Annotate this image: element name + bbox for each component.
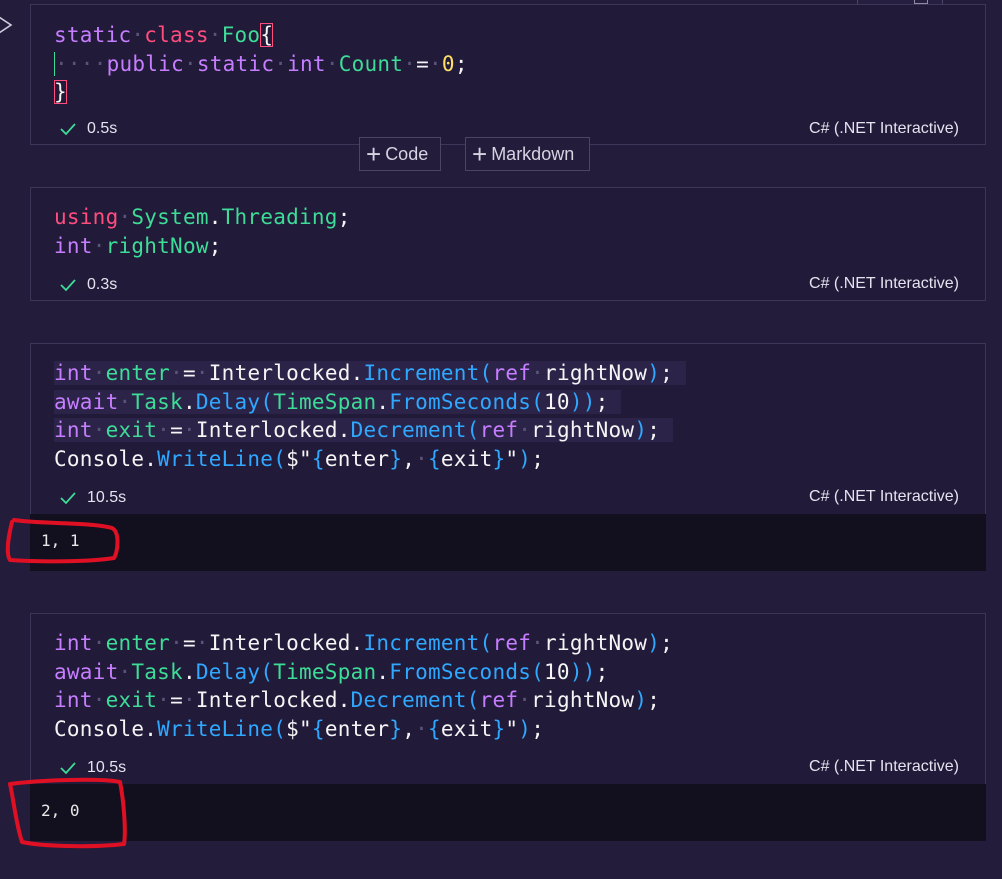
code-cell-1[interactable]: static·class·Foo{····public·static·int·C… bbox=[30, 4, 986, 145]
cell-output-4: 2, 0 bbox=[30, 784, 986, 841]
execution-time: 0.5s bbox=[87, 120, 118, 137]
add-code-label: Code bbox=[385, 143, 429, 164]
cell-status: 10.5s bbox=[55, 758, 126, 778]
code-cell-3[interactable]: int·enter·=·Interlocked.Increment(ref·ri… bbox=[30, 343, 986, 514]
output-text: 1, 1 bbox=[41, 531, 80, 550]
check-icon bbox=[60, 492, 76, 505]
language-picker[interactable]: C# (.NET Interactive) bbox=[809, 119, 959, 139]
add-markdown-label: Markdown bbox=[491, 143, 575, 164]
output-text: 2, 0 bbox=[41, 801, 80, 820]
code-cell-4[interactable]: int·enter·=·Interlocked.Increment(ref·ri… bbox=[30, 613, 986, 784]
check-icon bbox=[60, 762, 76, 775]
play-triangle-icon[interactable] bbox=[0, 15, 13, 35]
cell-status: 0.5s bbox=[55, 119, 117, 139]
execution-time: 10.5s bbox=[87, 759, 127, 776]
add-code-cell-button[interactable]: + Code bbox=[359, 137, 441, 171]
language-picker[interactable]: C# (.NET Interactive) bbox=[809, 487, 959, 507]
language-picker[interactable]: C# (.NET Interactive) bbox=[809, 757, 959, 777]
code-editor[interactable]: int·enter·=·Interlocked.Increment(ref·ri… bbox=[54, 359, 686, 474]
code-editor[interactable]: using·System.Threading; int·rightNow; bbox=[54, 203, 351, 260]
execution-time: 10.5s bbox=[87, 489, 127, 506]
add-markdown-cell-button[interactable]: + Markdown bbox=[465, 137, 590, 171]
cell-status: 10.5s bbox=[55, 488, 126, 508]
cell-output-3: 1, 1 bbox=[30, 514, 986, 571]
language-picker[interactable]: C# (.NET Interactive) bbox=[809, 274, 959, 294]
notebook-editor: static·class·Foo{····public·static·int·C… bbox=[0, 0, 1002, 879]
cell-status: 0.3s bbox=[55, 275, 117, 295]
code-cell-2[interactable]: using·System.Threading; int·rightNow; 0.3… bbox=[30, 187, 986, 301]
code-editor[interactable]: static·class·Foo{····public·static·int·C… bbox=[54, 21, 468, 107]
check-icon bbox=[60, 123, 76, 136]
plus-icon: + bbox=[366, 139, 382, 169]
check-icon bbox=[60, 279, 76, 292]
plus-icon: + bbox=[472, 139, 488, 169]
execution-time: 0.3s bbox=[87, 276, 118, 293]
code-editor[interactable]: int·enter·=·Interlocked.Increment(ref·ri… bbox=[54, 629, 673, 744]
